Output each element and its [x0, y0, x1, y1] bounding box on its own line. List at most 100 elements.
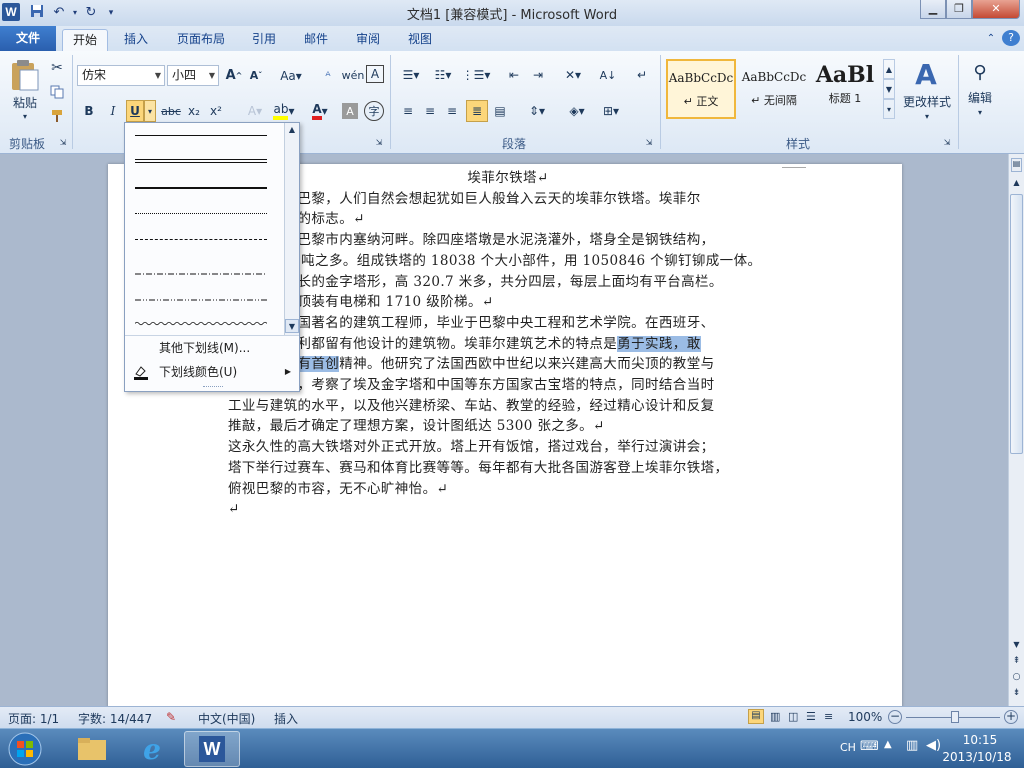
- menu-item-underline-color[interactable]: 下划线颜色(U) ▶: [125, 361, 299, 383]
- superscript-icon[interactable]: x²: [206, 101, 226, 121]
- highlight-color-icon[interactable]: ab ▾: [272, 101, 296, 121]
- font-launcher-icon[interactable]: ⇲: [374, 137, 384, 147]
- zoom-out-icon[interactable]: −: [888, 710, 902, 724]
- document-body[interactable]: 埃菲尔铁塔↵ 到法国首都巴黎，人们自然会想起犹如巨人般耸入云天的埃菲尔铁塔。埃菲…: [228, 168, 788, 520]
- paste-button-label[interactable]: 粘贴: [6, 94, 44, 110]
- grow-font-icon[interactable]: A ^: [224, 65, 244, 86]
- draft-icon[interactable]: ≡: [824, 710, 833, 723]
- change-styles-icon[interactable]: A: [906, 57, 946, 91]
- ruler-toggle-icon[interactable]: ▤: [1011, 158, 1022, 172]
- shrink-font-icon[interactable]: Aˇ: [246, 65, 266, 86]
- close-button[interactable]: ✕: [972, 0, 1020, 19]
- numbering-icon[interactable]: ☷▾: [430, 65, 456, 85]
- scroll-down-icon[interactable]: ▼: [1009, 640, 1024, 654]
- page-count[interactable]: 页面: 1/1: [8, 710, 59, 727]
- decrease-indent-icon[interactable]: ⇤: [504, 65, 524, 85]
- tab-references[interactable]: 引用: [246, 29, 282, 51]
- find-binoculars-icon[interactable]: ⚲: [966, 59, 994, 85]
- underline-option-double[interactable]: [135, 159, 267, 163]
- tab-mailings[interactable]: 邮件: [298, 29, 334, 51]
- copy-icon[interactable]: [48, 83, 66, 101]
- font-size-combo[interactable]: 小四 ▼: [167, 65, 219, 86]
- start-button[interactable]: [2, 731, 48, 767]
- enclose-characters-icon[interactable]: 字: [364, 101, 384, 121]
- internet-explorer-taskbar-icon[interactable]: e: [124, 731, 180, 767]
- underline-option-single[interactable]: [135, 135, 267, 136]
- paste-icon[interactable]: [6, 55, 44, 95]
- vertical-scrollbar[interactable]: ▤ ▲ ▼ ⇞ ○ ⇟: [1008, 154, 1024, 706]
- underline-option-dot-dash[interactable]: [135, 265, 267, 275]
- tab-home[interactable]: 开始: [62, 29, 108, 51]
- change-case-icon[interactable]: Aa▾: [278, 65, 304, 86]
- styles-more-icon[interactable]: ▾: [883, 99, 895, 119]
- style-heading-1[interactable]: AaBl 标题 1: [810, 59, 880, 119]
- chinese-layout-icon[interactable]: ✕▾: [560, 65, 586, 85]
- multilevel-list-icon[interactable]: ⋮☰▾: [462, 65, 491, 85]
- character-border-icon[interactable]: A: [366, 65, 384, 83]
- align-center-icon[interactable]: ≡: [420, 101, 440, 121]
- previous-page-icon[interactable]: ⇞: [1009, 656, 1024, 670]
- ime-indicator[interactable]: CH: [840, 741, 856, 754]
- cut-icon[interactable]: ✂: [48, 59, 66, 77]
- network-icon[interactable]: ▥: [906, 738, 918, 753]
- resize-grip-icon[interactable]: [203, 386, 223, 390]
- style-no-spacing[interactable]: AaBbCcDc ↵ 无间隔: [740, 59, 808, 119]
- show-marks-icon[interactable]: ↵: [632, 65, 652, 85]
- keyboard-icon[interactable]: ⌨: [860, 739, 879, 754]
- shading-icon[interactable]: ◈▾: [564, 101, 590, 121]
- italic-icon[interactable]: I: [104, 101, 122, 121]
- help-icon[interactable]: ?: [1002, 30, 1020, 46]
- underline-option-dashed[interactable]: [135, 239, 267, 240]
- paste-dropdown-icon[interactable]: ▾: [20, 111, 30, 121]
- phonetic-guide-icon[interactable]: wén: [342, 65, 365, 86]
- browse-object-icon[interactable]: ○: [1009, 672, 1024, 686]
- minimize-ribbon-icon[interactable]: ⌃: [982, 29, 1000, 51]
- zoom-level[interactable]: 100%: [848, 710, 882, 724]
- justify-icon[interactable]: ≣: [466, 100, 488, 122]
- full-screen-reading-icon[interactable]: ▥: [770, 710, 780, 723]
- sort-icon[interactable]: A↓: [598, 65, 618, 85]
- font-size-dropdown-icon[interactable]: ▼: [209, 66, 215, 85]
- web-layout-icon[interactable]: ◫: [788, 710, 798, 723]
- zoom-in-icon[interactable]: +: [1004, 710, 1018, 724]
- change-styles-dropdown-icon[interactable]: ▾: [922, 111, 932, 121]
- underline-option-dot-dot-dash[interactable]: [135, 291, 267, 301]
- styles-scroll-down-icon[interactable]: ▼: [883, 79, 895, 99]
- scroll-up-icon[interactable]: ▲: [1009, 178, 1024, 192]
- tab-review[interactable]: 审阅: [350, 29, 386, 51]
- tray-expand-icon[interactable]: ▲: [884, 739, 892, 750]
- minimize-button[interactable]: ▁: [920, 0, 946, 19]
- editing-label[interactable]: 编辑: [962, 89, 998, 105]
- insert-mode-indicator[interactable]: 插入: [274, 710, 298, 727]
- subscript-icon[interactable]: x₂: [184, 101, 204, 121]
- next-page-icon[interactable]: ⇟: [1009, 688, 1024, 702]
- change-styles-label[interactable]: 更改样式: [898, 93, 956, 109]
- tab-insert[interactable]: 插入: [118, 29, 154, 51]
- align-left-icon[interactable]: ≡: [398, 101, 418, 121]
- proofing-icon[interactable]: ✎: [166, 710, 176, 724]
- editing-dropdown-icon[interactable]: ▾: [975, 107, 985, 117]
- print-layout-icon[interactable]: ▤: [748, 709, 764, 724]
- underline-dropdown-icon[interactable]: ▾: [144, 100, 156, 122]
- distributed-icon[interactable]: ▤: [490, 101, 510, 121]
- text-effects-icon[interactable]: A▾: [244, 101, 266, 121]
- restore-button[interactable]: ❐: [946, 0, 972, 19]
- underline-option-thick[interactable]: [135, 187, 267, 189]
- underline-option-wave[interactable]: [134, 315, 268, 326]
- bold-icon[interactable]: B: [80, 101, 98, 121]
- outline-icon[interactable]: ☰: [806, 710, 816, 723]
- gallery-scrollbar[interactable]: ▲ ▼: [284, 123, 299, 335]
- clipboard-launcher-icon[interactable]: ⇲: [58, 137, 68, 147]
- underline-option-dotted[interactable]: [135, 213, 267, 214]
- font-color-icon[interactable]: A ▾: [308, 101, 332, 121]
- style-normal[interactable]: AaBbCcDc ↵ 正文: [666, 59, 736, 119]
- format-painter-icon[interactable]: [48, 107, 66, 125]
- bullets-icon[interactable]: ☰▾: [398, 65, 424, 85]
- gallery-scroll-down-icon[interactable]: ▼: [285, 319, 299, 333]
- tab-file[interactable]: 文件: [0, 26, 56, 51]
- tab-view[interactable]: 视图: [402, 29, 438, 51]
- clear-formatting-icon[interactable]: ᴬ: [318, 65, 338, 86]
- line-spacing-icon[interactable]: ⇕▾: [524, 101, 550, 121]
- scroll-thumb[interactable]: [1010, 194, 1023, 454]
- borders-icon[interactable]: ⊞▾: [598, 101, 624, 121]
